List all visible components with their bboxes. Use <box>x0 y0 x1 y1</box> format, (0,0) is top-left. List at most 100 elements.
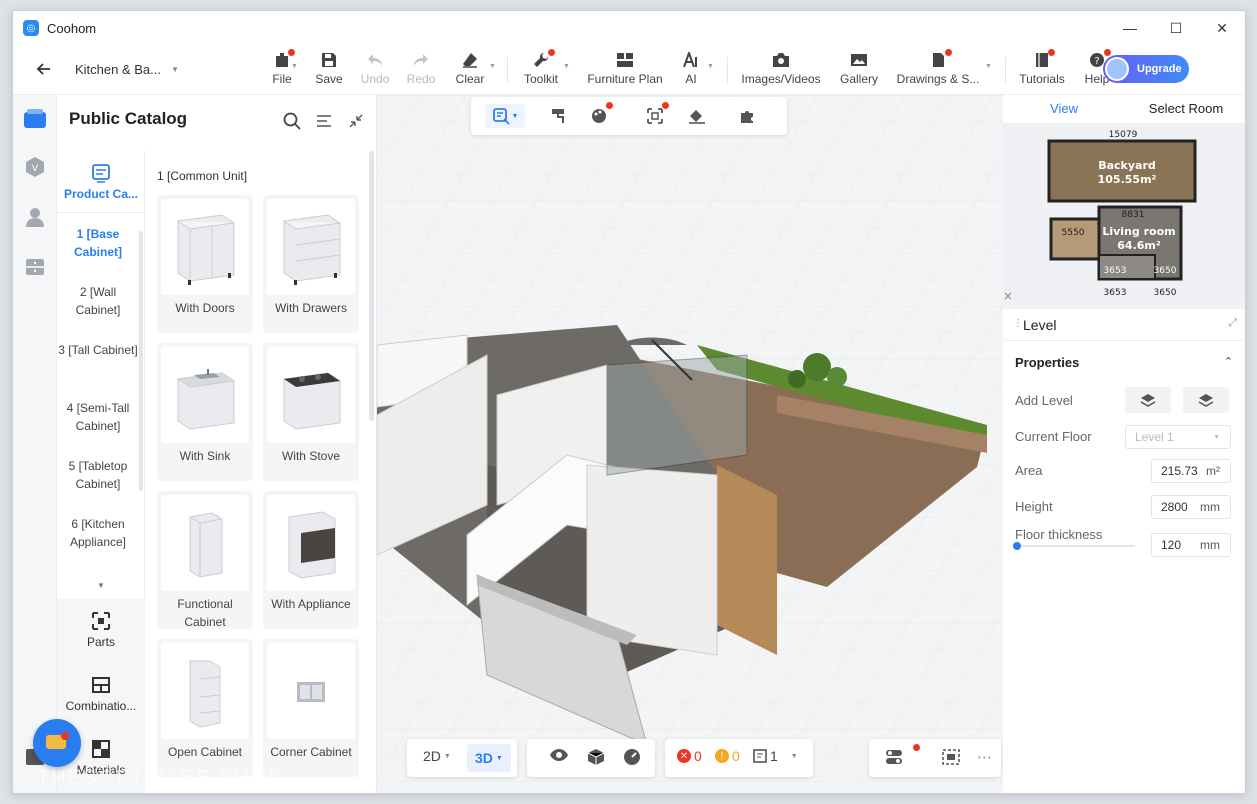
tab-product-catalog[interactable]: Product Ca... <box>57 151 145 213</box>
current-floor-select[interactable]: Level 1 ▼ <box>1125 425 1231 449</box>
tool-options-bar: ⋯ <box>869 739 1001 777</box>
cabinet-nav-icon[interactable] <box>23 255 47 279</box>
floor-thickness-label: Floor thickness <box>1015 527 1103 542</box>
view-3d-button[interactable]: 3D ▼ <box>467 744 511 772</box>
back-button[interactable] <box>25 54 63 84</box>
subcategory-wall-cabinet[interactable]: 2 [Wall Cabinet] <box>57 283 139 319</box>
floor-thickness-slider[interactable] <box>1013 542 1135 550</box>
chevron-down-icon: ▼ <box>291 63 298 70</box>
visibility-button[interactable] <box>549 748 569 762</box>
notification-dot <box>606 102 613 109</box>
category-scrollbar[interactable] <box>139 231 143 491</box>
toolbar-divider <box>507 57 508 83</box>
format-painter-button[interactable] <box>547 104 571 128</box>
view-2d-button[interactable]: 2D ▼ <box>423 748 451 764</box>
design-name-dropdown[interactable]: Kitchen & Ba... ▼ <box>65 54 187 84</box>
product-card[interactable]: Open Cabinet <box>157 639 253 777</box>
current-floor-label: Current Floor <box>1015 429 1092 444</box>
subcategory-base-cabinet[interactable]: 1 [Base Cabinet] <box>57 225 139 261</box>
area-unit: m² <box>1206 464 1220 478</box>
chevron-up-icon[interactable]: ⌃ <box>1224 355 1233 368</box>
parts-label: Parts <box>86 635 115 649</box>
slider-handle[interactable] <box>1013 542 1021 550</box>
area-value: 215.73 <box>1161 464 1198 478</box>
product-card[interactable]: With Sink <box>157 343 253 481</box>
maximize-button[interactable]: ☐ <box>1153 11 1199 45</box>
app-logo-icon: ◎ <box>23 20 39 36</box>
select-tool-button[interactable]: ▼ <box>485 104 525 128</box>
chevron-down-icon: ▼ <box>495 754 503 762</box>
corner-cabinet-thumbnail <box>267 643 355 739</box>
material-picker-button[interactable] <box>587 102 613 128</box>
product-scrollbar[interactable] <box>369 151 374 421</box>
ai-menu[interactable]: AI <box>679 49 703 93</box>
file-label: File <box>272 72 292 86</box>
area-field[interactable]: 215.73 m² <box>1151 459 1231 483</box>
book-icon <box>1036 53 1048 67</box>
frame-select-button[interactable] <box>643 102 669 128</box>
error-indicator[interactable]: ✕ 0 <box>677 748 702 764</box>
warning-indicator[interactable]: ! 0 <box>715 748 740 764</box>
cube-view-button[interactable] <box>587 748 605 766</box>
toggle-settings-button[interactable] <box>885 744 920 766</box>
dim-label: 3650 <box>1154 266 1177 276</box>
chat-support-button[interactable] <box>33 719 81 767</box>
undo-button[interactable]: Undo <box>359 49 391 93</box>
search-icon[interactable] <box>282 111 302 131</box>
speed-button[interactable] <box>623 748 641 766</box>
product-card[interactable]: Functional Cabinet <box>157 491 253 629</box>
notification-dot <box>1048 49 1055 56</box>
images-videos-button[interactable]: Images/Videos <box>741 49 821 93</box>
subcategory-semi-tall-cabinet[interactable]: 4 [Semi-Tall Cabinet] <box>57 399 139 435</box>
parts-nav[interactable]: Parts <box>57 611 145 649</box>
gallery-icon <box>851 54 867 66</box>
minimize-button[interactable]: — <box>1107 11 1153 45</box>
furniture-plan-button[interactable]: Furniture Plan <box>587 49 663 93</box>
tutorials-button[interactable]: Tutorials <box>1019 49 1065 93</box>
more-options-button[interactable]: ⋯ <box>977 748 992 766</box>
redo-button[interactable]: Redo <box>405 49 437 93</box>
product-card[interactable]: With Drawers <box>263 195 359 333</box>
user-nav-icon[interactable] <box>23 205 47 229</box>
paint-bucket-button[interactable] <box>685 104 709 128</box>
dim-top: 15079 <box>1109 130 1138 140</box>
layer-indicator[interactable]: 1 ▼ <box>753 748 798 764</box>
save-icon <box>322 53 336 67</box>
combination-icon <box>92 677 110 693</box>
subcategory-kitchen-appliance[interactable]: 6 [Kitchen Appliance] <box>57 515 139 551</box>
svg-text:V: V <box>32 164 39 174</box>
file-menu[interactable]: File <box>265 49 299 93</box>
product-card[interactable]: With Doors <box>157 195 253 333</box>
expand-icon[interactable]: ⤢ <box>1228 317 1237 330</box>
subcategory-tall-cabinet[interactable]: 3 [Tall Cabinet] <box>57 341 139 359</box>
floorplan-minimap[interactable]: 15079 Backyard 105.55m² Living room 64.6… <box>1003 123 1245 303</box>
product-card[interactable]: With Stove <box>263 343 359 481</box>
catalog-nav-icon[interactable] <box>23 107 47 131</box>
tab-view[interactable]: View <box>1003 95 1125 123</box>
drawings-menu[interactable]: Drawings & S... <box>897 49 979 93</box>
upgrade-button[interactable]: Upgrade <box>1103 55 1189 83</box>
3d-viewport[interactable]: ▼ 2D ▼ 3D ▼ ✕ 0 ! 0 1 ▼ ⋯ <box>377 95 1003 793</box>
close-button[interactable]: ✕ <box>1199 11 1245 45</box>
add-level-below-button[interactable] <box>1183 387 1229 413</box>
drag-handle-icon[interactable]: ⋮ <box>1013 318 1023 329</box>
combination-nav[interactable]: Combinatio... <box>57 675 145 713</box>
list-filter-icon[interactable] <box>314 111 334 131</box>
screenshot-button[interactable] <box>941 748 961 766</box>
height-field[interactable]: 2800 mm <box>1151 495 1231 519</box>
product-card[interactable]: Corner Cabinet <box>263 639 359 777</box>
product-name: With Sink <box>179 449 231 463</box>
floor-thickness-field[interactable]: 120 mm <box>1151 533 1231 557</box>
vip-nav-icon[interactable]: V <box>23 155 47 179</box>
add-level-above-button[interactable] <box>1125 387 1171 413</box>
plugins-button[interactable] <box>735 104 759 128</box>
save-button[interactable]: Save <box>313 49 345 93</box>
clear-menu[interactable]: Clear <box>453 49 487 93</box>
product-card[interactable]: With Appliance <box>263 491 359 629</box>
chevron-down-icon[interactable]: ▼ <box>97 581 105 590</box>
collapse-icon[interactable] <box>346 111 366 131</box>
tab-select-room[interactable]: Select Room <box>1125 95 1245 123</box>
toolkit-menu[interactable]: Toolkit <box>521 49 561 93</box>
gallery-button[interactable]: Gallery <box>839 49 879 93</box>
subcategory-tabletop-cabinet[interactable]: 5 [Tabletop Cabinet] <box>57 457 139 493</box>
